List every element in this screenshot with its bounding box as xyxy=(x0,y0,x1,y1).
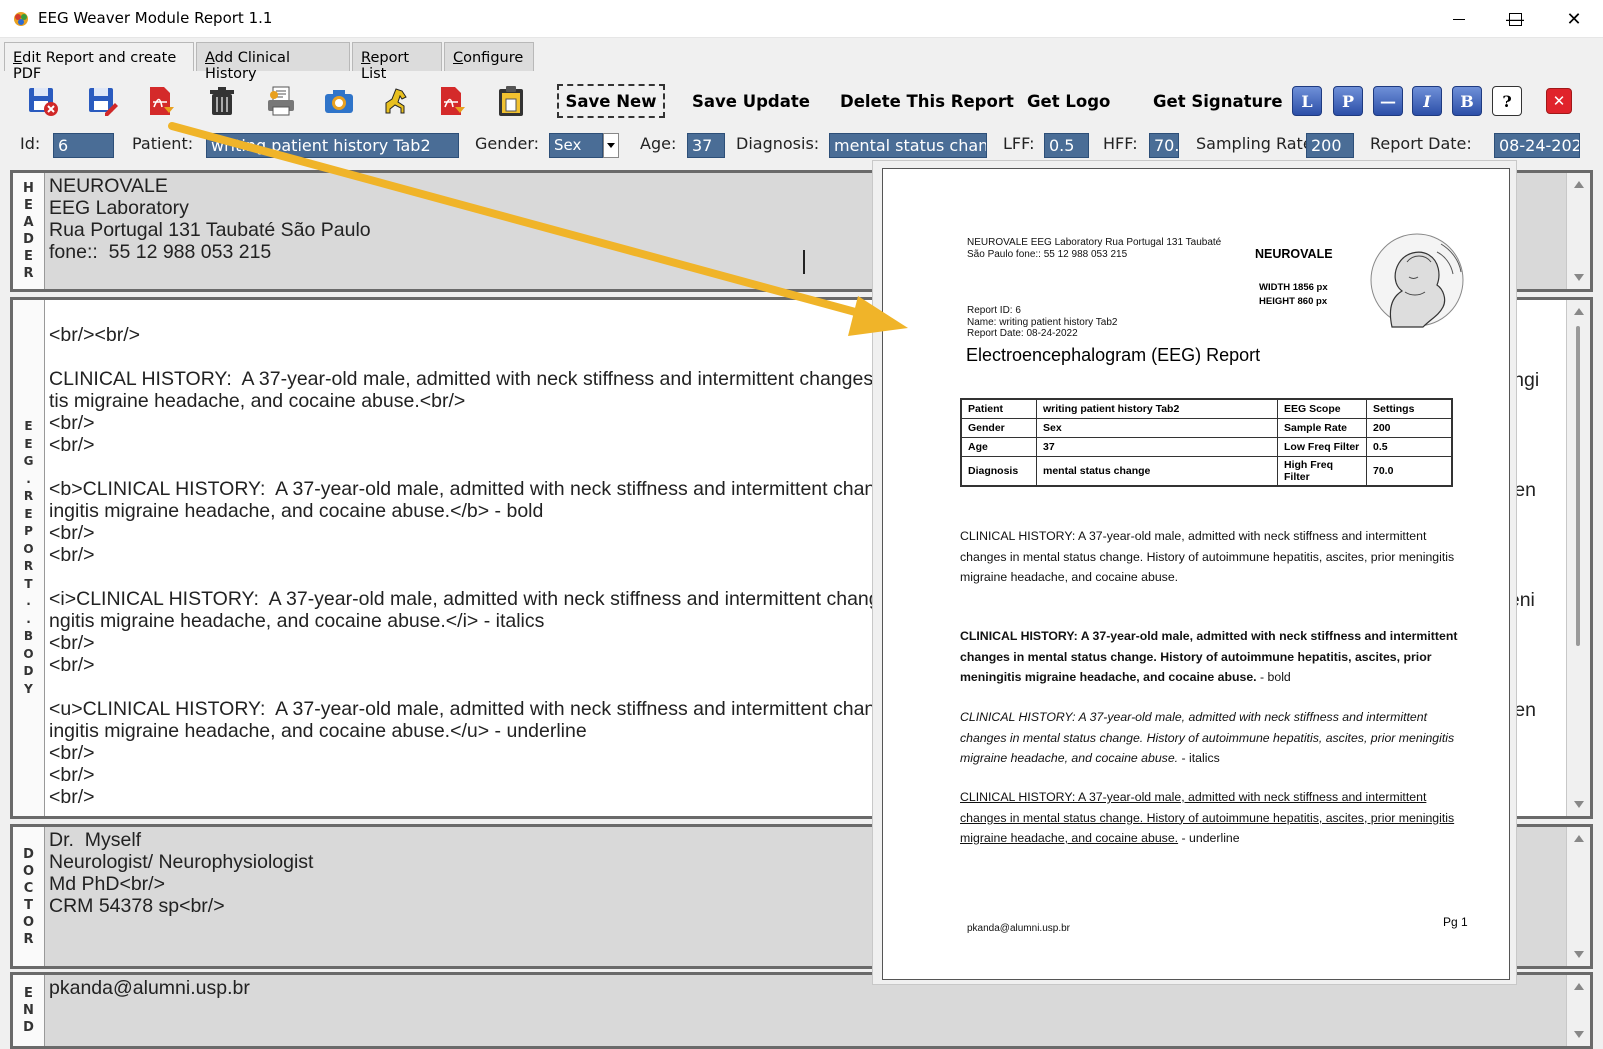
tab-edit-report[interactable]: Edit Report and create PDF xyxy=(4,42,194,82)
table-row: Patient writing patient history Tab2 EEG S… xyxy=(960,398,1453,419)
help-button[interactable]: ? xyxy=(1492,86,1522,116)
hff-label: HFF: xyxy=(1103,134,1138,153)
text-cursor-icon xyxy=(803,250,805,274)
table-row: Gender Sex Sample Rate 200 xyxy=(960,418,1453,438)
end-text-area[interactable]: pkanda@alumni.usp.br xyxy=(49,977,250,999)
pdf-icon[interactable] xyxy=(434,84,468,118)
save-close-icon[interactable] xyxy=(26,84,60,118)
clipboard-icon[interactable] xyxy=(494,84,528,118)
save-edit-icon[interactable] xyxy=(86,84,120,118)
gender-label: Gender: xyxy=(475,134,540,153)
pdf-export-icon[interactable] xyxy=(143,84,177,118)
pdf-report-date: Report Date: 08-24-2022 xyxy=(967,328,1078,339)
header-text-area[interactable]: NEUROVALE EEG Laboratory Rua Portugal 13… xyxy=(49,175,371,263)
get-logo-button[interactable]: Get Logo xyxy=(1027,92,1110,111)
pdf-footer-email: pkanda@alumni.usp.br xyxy=(967,923,1070,934)
close-window-button[interactable]: ✕ xyxy=(1545,0,1603,38)
header-vertical-label: HEADER xyxy=(13,173,45,289)
patient-label: Patient: xyxy=(132,134,194,153)
save-update-button[interactable]: Save Update xyxy=(692,92,810,111)
save-new-label: Save New xyxy=(565,91,657,111)
lff-input[interactable]: 0.5 xyxy=(1044,133,1089,158)
pdf-paragraph-underline: CLINICAL HISTORY: A 37-year-old male, ad… xyxy=(960,790,1455,845)
pdf-paragraph-normal: CLINICAL HISTORY: A 37-year-old male, ad… xyxy=(960,529,1455,584)
italic-button[interactable]: I xyxy=(1412,86,1442,116)
pdf-logo-title: NEUROVALE xyxy=(1255,247,1333,261)
pdf-header-line-1: NEUROVALE EEG Laboratory Rua Portugal 13… xyxy=(967,237,1222,248)
age-input[interactable]: 37 xyxy=(687,133,725,158)
pdf-title: Electroencephalogram (EEG) Report xyxy=(966,345,1261,365)
age-label: Age: xyxy=(640,134,677,153)
tab-configure[interactable]: Configure xyxy=(444,42,534,71)
horse-icon[interactable] xyxy=(380,84,414,118)
header-scrollbar[interactable] xyxy=(1566,173,1590,289)
pdf-settings-table: Patient writing patient history Tab2 EEG S… xyxy=(960,398,1453,487)
body-vertical-label: EEG.REPORT..BODY xyxy=(13,300,45,816)
tab-report-list[interactable]: Report List xyxy=(352,42,442,82)
pdf-report-id: Report ID: 6 xyxy=(967,305,1021,316)
table-row: Diagnosis mental status change High Freq F… xyxy=(960,456,1453,487)
maximize-button[interactable] xyxy=(1486,0,1544,38)
end-scrollbar[interactable] xyxy=(1566,975,1590,1046)
report-date-input[interactable]: 08-24-2022 xyxy=(1494,133,1580,158)
save-new-button[interactable]: Save New xyxy=(557,84,665,118)
delete-report-button[interactable]: Delete This Report xyxy=(840,92,1014,111)
pdf-logo-width: WIDTH 1856 px xyxy=(1259,282,1328,293)
table-row: Age 37 Low Freq Filter 0.5 xyxy=(960,437,1453,457)
get-signature-button[interactable]: Get Signature xyxy=(1153,92,1283,111)
lff-label: LFF: xyxy=(1003,134,1035,153)
minimize-btn[interactable] xyxy=(1430,0,1488,38)
app-logo-icon xyxy=(12,10,30,28)
report-body-text-area[interactable]: <br/><br/> CLINICAL HISTORY: A 37-year-o… xyxy=(49,302,886,812)
pdf-logo-height: HEIGHT 860 px xyxy=(1259,296,1328,307)
doctor-text-area[interactable]: Dr. Myself Neurologist/ Neurophysiologis… xyxy=(49,829,313,917)
doctor-scrollbar[interactable] xyxy=(1566,827,1590,966)
id-input[interactable]: 6 xyxy=(53,133,114,158)
body-scrollbar[interactable] xyxy=(1566,300,1590,816)
pdf-page-number: Pg 1 xyxy=(1443,915,1468,929)
patient-input[interactable]: writing patient history Tab2 xyxy=(206,133,459,158)
diagnosis-input[interactable]: mental status chang xyxy=(829,133,987,158)
line-button[interactable]: — xyxy=(1373,86,1403,116)
pdf-paragraph-italic: CLINICAL HISTORY: A 37-year-old male, ad… xyxy=(960,710,1455,765)
print-preview-icon[interactable] xyxy=(264,84,298,118)
pdf-logo-statue-image xyxy=(1337,232,1467,332)
sampling-rate-input[interactable]: 200 xyxy=(1306,133,1354,158)
tab-add-clinical-history[interactable]: Add Clinical History xyxy=(196,42,350,82)
maximize-icon xyxy=(1508,12,1522,26)
gender-select[interactable]: Sex xyxy=(549,133,603,158)
doctor-vertical-label: DOCTOR xyxy=(13,827,45,966)
pdf-header-line-2: São Paulo fone:: 55 12 988 053 215 xyxy=(967,249,1128,260)
align-left-button[interactable]: L xyxy=(1292,86,1322,116)
paragraph-button[interactable]: P xyxy=(1333,86,1363,116)
close-report-button[interactable]: ✕ xyxy=(1546,88,1572,114)
window-title: EEG Weaver Module Report 1.1 xyxy=(38,9,273,27)
pdf-paragraph-bold: CLINICAL HISTORY: A 37-year-old male, ad… xyxy=(960,629,1458,684)
report-date-label: Report Date: xyxy=(1370,134,1472,153)
trash-icon[interactable] xyxy=(205,84,239,118)
bold-button[interactable]: B xyxy=(1452,86,1482,116)
hff-input[interactable]: 70.( xyxy=(1149,133,1179,158)
diagnosis-label: Diagnosis: xyxy=(736,134,820,153)
camera-icon[interactable] xyxy=(322,84,356,118)
gender-dropdown-arrow-icon[interactable] xyxy=(603,133,619,158)
id-label: Id: xyxy=(20,134,41,153)
sampling-rate-label: Sampling Rate: xyxy=(1196,134,1319,153)
end-vertical-label: END xyxy=(13,975,45,1046)
